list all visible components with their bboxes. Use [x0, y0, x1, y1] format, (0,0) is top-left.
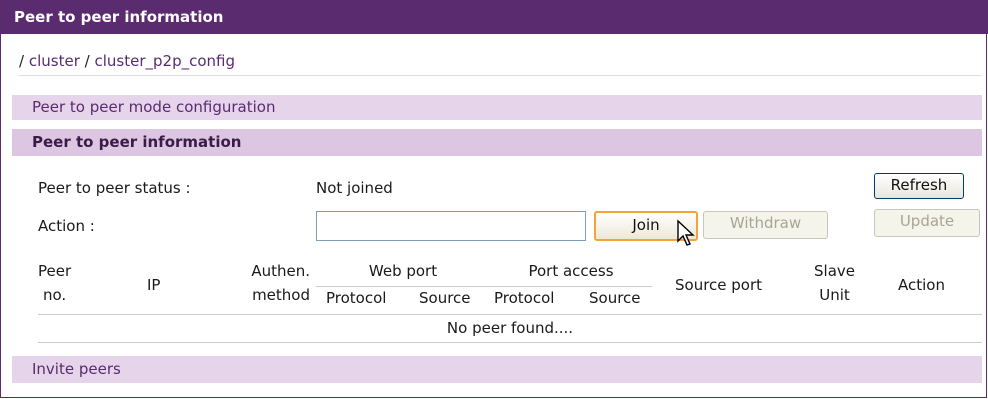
divider [38, 342, 982, 343]
col-peer-no: Peer no. [38, 262, 72, 304]
col-ip: IP [147, 276, 161, 294]
empty-message: No peer found.... [446, 319, 574, 337]
col-auth-method: Authen. method [251, 262, 310, 304]
section-p2p-info: Peer to peer information [12, 129, 982, 156]
divider [38, 314, 982, 315]
col-web-port: Web port [368, 262, 438, 280]
withdraw-button[interactable]: Withdraw [703, 211, 828, 239]
action-input[interactable] [316, 211, 586, 241]
col-access-protocol: Protocol [494, 289, 555, 307]
col-web-protocol: Protocol [326, 289, 387, 307]
col-web-source: Source [419, 289, 471, 307]
action-label: Action : [38, 217, 95, 235]
window-title: Peer to peer information [0, 0, 988, 34]
breadcrumb: / cluster / cluster_p2p_config [19, 52, 235, 70]
update-button[interactable]: Update [874, 209, 980, 237]
breadcrumb-link-cluster[interactable]: cluster [29, 52, 80, 70]
breadcrumb-link-p2p-config[interactable]: cluster_p2p_config [94, 52, 235, 70]
col-slave-unit: Slave Unit [814, 262, 855, 304]
refresh-button[interactable]: Refresh [874, 173, 964, 199]
divider [316, 286, 652, 287]
col-source-port: Source port [675, 276, 763, 294]
col-port-access: Port access [528, 262, 614, 280]
breadcrumb-separator: / [19, 52, 25, 70]
status-value: Not joined [316, 179, 393, 197]
mouse-pointer-icon [677, 219, 695, 246]
divider [19, 75, 981, 76]
section-mode-config[interactable]: Peer to peer mode configuration [12, 95, 982, 120]
section-invite-peers[interactable]: Invite peers [12, 356, 982, 383]
status-label: Peer to peer status : [38, 179, 191, 197]
col-access-source: Source [589, 289, 641, 307]
breadcrumb-separator: / [84, 52, 90, 70]
col-action: Action [898, 276, 945, 294]
